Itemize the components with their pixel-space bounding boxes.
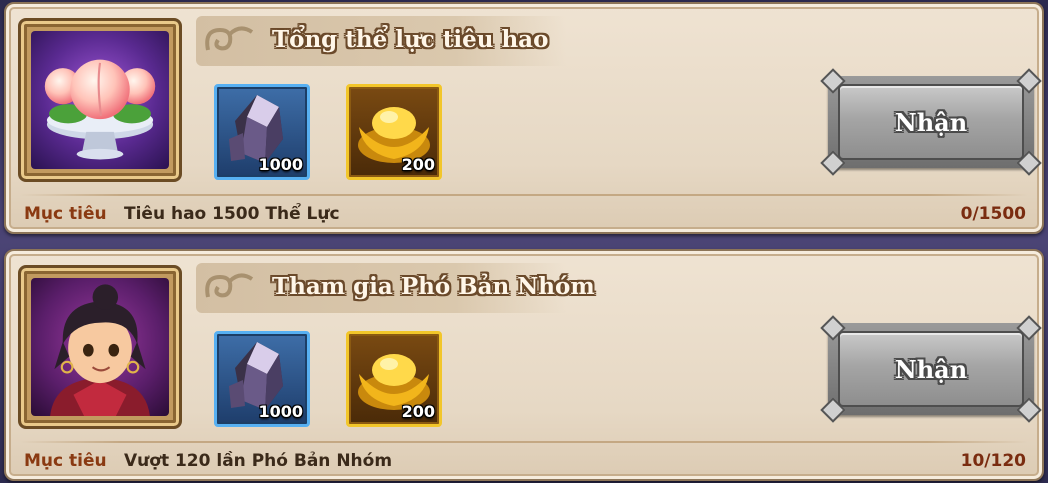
task-portrait [18, 265, 182, 429]
cloud-swirl-icon [205, 273, 254, 298]
goal-row: Mục tiêu Tiêu hao 1500 Thể Lực 0/1500 [24, 202, 1026, 228]
goal-row: Mục tiêu Vượt 120 lần Phó Bản Nhóm 10/12… [24, 449, 1026, 475]
goal-text: Tiêu hao 1500 Thể Lực [124, 204, 340, 224]
task-list: Tổng thể lực tiêu hao 1000 200 Nhận Mục … [0, 0, 1048, 483]
hero-portrait-icon [50, 284, 150, 416]
claim-button-label: Nhận [894, 107, 968, 137]
claim-button-frame: Nhận [820, 68, 1042, 176]
task-portrait [18, 18, 182, 182]
task-card: Tham gia Phó Bản Nhóm 1000 200 Nhận Mục … [4, 249, 1044, 481]
reward-slot[interactable]: 1000 [214, 84, 310, 180]
goal-label: Mục tiêu [24, 451, 107, 471]
reward-quantity: 1000 [258, 402, 303, 421]
task-card: Tổng thể lực tiêu hao 1000 200 Nhận Mục … [4, 2, 1044, 234]
reward-slot[interactable]: 200 [346, 331, 442, 427]
peach-on-plate-icon [44, 59, 156, 160]
claim-button[interactable]: Nhận [838, 331, 1024, 407]
task-title-band: Tham gia Phó Bản Nhóm [196, 263, 595, 313]
goal-progress: 10/120 [960, 451, 1026, 471]
task-title: Tham gia Phó Bản Nhóm [272, 273, 595, 300]
reward-slot[interactable]: 1000 [214, 331, 310, 427]
cloud-swirl-icon [205, 26, 254, 51]
task-title: Tổng thể lực tiêu hao [272, 26, 549, 53]
reward-quantity: 200 [401, 402, 435, 421]
reward-quantity: 200 [401, 155, 435, 174]
goal-text: Vượt 120 lần Phó Bản Nhóm [124, 451, 393, 471]
task-title-band: Tổng thể lực tiêu hao [196, 16, 566, 66]
goal-label: Mục tiêu [24, 204, 107, 224]
claim-button-frame: Nhận [820, 315, 1042, 423]
claim-button[interactable]: Nhận [838, 84, 1024, 160]
claim-button-label: Nhận [894, 354, 968, 384]
reward-slot[interactable]: 200 [346, 84, 442, 180]
divider [20, 441, 1028, 443]
divider [20, 194, 1028, 196]
goal-progress: 0/1500 [960, 204, 1026, 224]
reward-quantity: 1000 [258, 155, 303, 174]
